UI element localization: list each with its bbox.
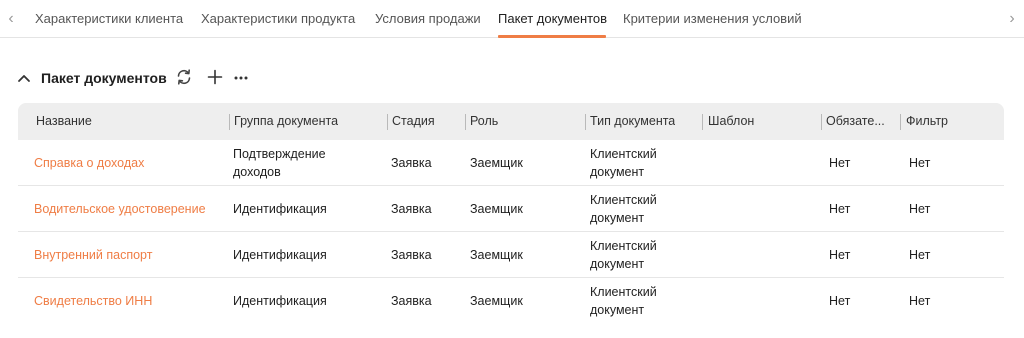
- table-header: Название Группа документа Стадия Роль Ти…: [18, 103, 1004, 140]
- chevron-up-icon[interactable]: [17, 70, 31, 86]
- tab-condition-change-criteria[interactable]: Критерии изменения условий: [623, 11, 802, 27]
- section-title: Пакет документов: [41, 70, 167, 86]
- cell-required: Нет: [829, 202, 851, 216]
- active-tab-indicator: [498, 35, 606, 38]
- cell-filter: Нет: [909, 202, 931, 216]
- tab-client-characteristics[interactable]: Характеристики клиента: [35, 11, 183, 27]
- tabs-bar: ‹ Характеристики клиента Характеристики …: [0, 0, 1024, 38]
- cell-group: Идентификация: [233, 202, 327, 216]
- cell-role: Заемщик: [470, 248, 523, 262]
- table-row[interactable]: Справка о доходах Подтверждение доходов …: [18, 140, 1004, 186]
- chevron-left-icon[interactable]: ‹: [5, 9, 17, 29]
- column-header-name[interactable]: Название: [36, 103, 92, 140]
- cell-stage: Заявка: [391, 202, 432, 216]
- document-name-link[interactable]: Внутренний паспорт: [34, 246, 152, 264]
- tab-product-characteristics[interactable]: Характеристики продукта: [201, 11, 355, 27]
- cell-role: Заемщик: [470, 294, 523, 308]
- cell-stage: Заявка: [391, 248, 432, 262]
- cell-filter: Нет: [909, 294, 931, 308]
- table-row[interactable]: Свидетельство ИНН Идентификация Заявка З…: [18, 278, 1004, 324]
- column-divider[interactable]: [387, 114, 388, 130]
- table-row[interactable]: Внутренний паспорт Идентификация Заявка …: [18, 232, 1004, 278]
- cell-type: Клиентский документ: [590, 147, 657, 179]
- column-divider[interactable]: [821, 114, 822, 130]
- column-header-filter[interactable]: Фильтр: [906, 103, 948, 140]
- cell-group: Идентификация: [233, 248, 327, 262]
- section-header: Пакет документов: [17, 67, 417, 89]
- cell-group: Подтверждение доходов: [233, 147, 326, 179]
- cell-required: Нет: [829, 294, 851, 308]
- plus-icon[interactable]: [206, 68, 224, 86]
- document-name-link[interactable]: Водительское удостоверение: [34, 200, 206, 218]
- cell-type: Клиентский документ: [590, 193, 657, 225]
- column-divider[interactable]: [229, 114, 230, 130]
- column-header-role[interactable]: Роль: [470, 103, 498, 140]
- chevron-right-icon[interactable]: ›: [1006, 9, 1018, 29]
- cell-role: Заемщик: [470, 156, 523, 170]
- tab-sale-conditions[interactable]: Условия продажи: [375, 11, 481, 27]
- cell-stage: Заявка: [391, 294, 432, 308]
- column-header-template[interactable]: Шаблон: [708, 103, 754, 140]
- column-divider[interactable]: [585, 114, 586, 130]
- documents-table: Название Группа документа Стадия Роль Ти…: [18, 103, 1004, 324]
- document-name-link[interactable]: Свидетельство ИНН: [34, 292, 152, 310]
- column-header-stage[interactable]: Стадия: [392, 103, 435, 140]
- column-divider[interactable]: [900, 114, 901, 130]
- cell-required: Нет: [829, 248, 851, 262]
- cell-required: Нет: [829, 156, 851, 170]
- column-header-type[interactable]: Тип документа: [590, 103, 675, 140]
- more-dots-icon[interactable]: [232, 68, 250, 86]
- cell-type: Клиентский документ: [590, 239, 657, 271]
- cell-filter: Нет: [909, 156, 931, 170]
- refresh-icon[interactable]: [175, 68, 193, 86]
- cell-stage: Заявка: [391, 156, 432, 170]
- column-header-required[interactable]: Обязате...: [826, 103, 896, 140]
- cell-filter: Нет: [909, 248, 931, 262]
- column-divider[interactable]: [465, 114, 466, 130]
- cell-role: Заемщик: [470, 202, 523, 216]
- column-divider[interactable]: [702, 114, 703, 130]
- table-row[interactable]: Водительское удостоверение Идентификация…: [18, 186, 1004, 232]
- cell-group: Идентификация: [233, 294, 327, 308]
- tab-document-package[interactable]: Пакет документов: [498, 11, 607, 27]
- document-name-link[interactable]: Справка о доходах: [34, 154, 144, 172]
- cell-type: Клиентский документ: [590, 285, 657, 317]
- column-header-group[interactable]: Группа документа: [234, 103, 338, 140]
